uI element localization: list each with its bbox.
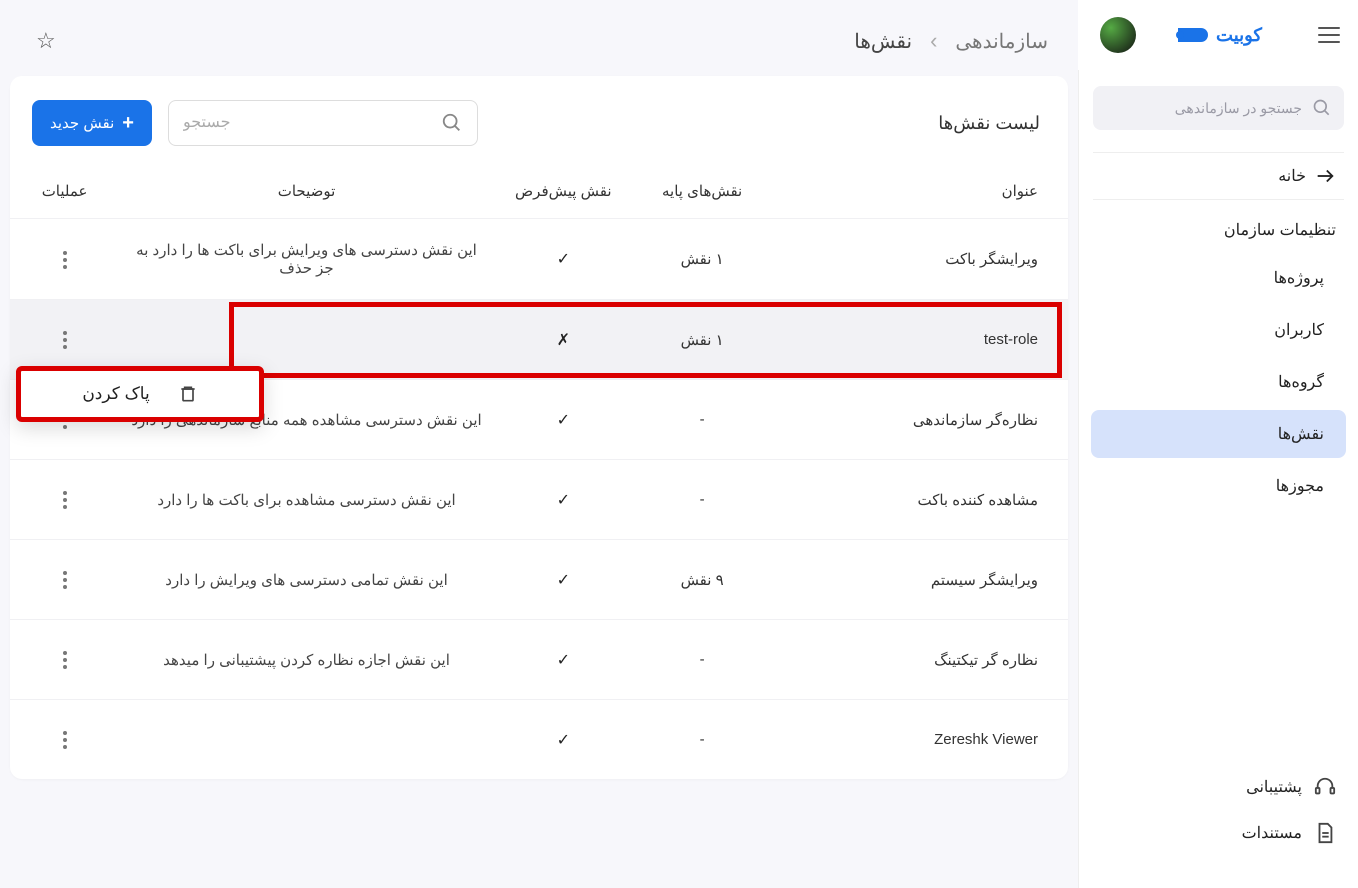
cell-default: ✓ bbox=[494, 540, 633, 620]
cell-base: - bbox=[633, 460, 772, 540]
brand-name: کوبیت bbox=[1216, 25, 1262, 46]
nav-docs[interactable]: مستندات bbox=[1079, 810, 1358, 856]
cell-title: ویرایشگر سیستم bbox=[772, 540, 1068, 620]
sidebar-item-0[interactable]: پروژه‌ها bbox=[1091, 254, 1346, 302]
th-actions: عملیات bbox=[10, 164, 119, 219]
new-role-label: نقش جدید bbox=[50, 114, 114, 132]
card-title: لیست نقش‌ها bbox=[938, 113, 1040, 134]
avatar[interactable] bbox=[1100, 17, 1136, 53]
cell-default: ✓ bbox=[494, 219, 633, 300]
kebab-icon[interactable] bbox=[55, 723, 75, 757]
cell-default: ✗ bbox=[494, 300, 633, 380]
kebab-icon[interactable] bbox=[55, 243, 75, 277]
table-row[interactable]: مشاهده کننده باکت-✓این نقش دسترسی مشاهده… bbox=[10, 460, 1068, 540]
cell-desc: این نقش دسترسی مشاهده برای باکت ها را دا… bbox=[119, 460, 494, 540]
search-box[interactable] bbox=[168, 100, 478, 146]
table-row[interactable]: ویرایشگر سیستم۹ نقش✓این نقش تمامی دسترسی… bbox=[10, 540, 1068, 620]
th-default-role: نقش پیش‌فرض bbox=[494, 164, 633, 219]
nav-support[interactable]: پشتیبانی bbox=[1079, 764, 1358, 810]
cell-default: ✓ bbox=[494, 620, 633, 700]
search-icon bbox=[1312, 98, 1332, 118]
nav-home[interactable]: خانه bbox=[1093, 152, 1344, 200]
cell-actions bbox=[10, 219, 119, 300]
th-description: توضیحات bbox=[119, 164, 494, 219]
brand-logo-icon bbox=[1178, 28, 1208, 42]
trash-icon bbox=[178, 383, 198, 405]
delete-label: پاک کردن bbox=[82, 384, 149, 404]
th-base-roles: نقش‌های پایه bbox=[633, 164, 772, 219]
card-header: لیست نقش‌ها + نقش جدید bbox=[10, 94, 1068, 164]
cell-title: نظاره گر تیکتینگ bbox=[772, 620, 1068, 700]
cell-actions bbox=[10, 620, 119, 700]
breadcrumb-level2: نقش‌ها bbox=[854, 29, 912, 54]
sidebar: جستجو در سازماندهی خانه تنظیمات سازمان پ… bbox=[1078, 70, 1358, 888]
cell-base: - bbox=[633, 700, 772, 780]
cell-actions bbox=[10, 540, 119, 620]
search-input[interactable] bbox=[183, 114, 441, 132]
cell-base: - bbox=[633, 620, 772, 700]
nav-docs-label: مستندات bbox=[1242, 823, 1302, 843]
cell-title: Zereshk Viewer bbox=[772, 700, 1068, 780]
cell-desc: این نقش اجازه نظاره کردن پیشتیبانی را می… bbox=[119, 620, 494, 700]
kebab-icon[interactable] bbox=[55, 643, 75, 677]
kebab-icon[interactable] bbox=[55, 563, 75, 597]
th-title: عنوان bbox=[772, 164, 1068, 219]
cell-base: ۱ نقش bbox=[633, 300, 772, 380]
table-row[interactable]: Zereshk Viewer-✓ bbox=[10, 700, 1068, 780]
cell-desc: این نقش تمامی دسترسی های ویرایش را دارد bbox=[119, 540, 494, 620]
cell-default: ✓ bbox=[494, 380, 633, 460]
cell-title: مشاهده کننده باکت bbox=[772, 460, 1068, 540]
plus-icon: + bbox=[122, 112, 134, 135]
sidebar-item-4[interactable]: مجوزها bbox=[1091, 462, 1346, 510]
sidebar-item-2[interactable]: گروه‌ها bbox=[1091, 358, 1346, 406]
nav-section-title: تنظیمات سازمان bbox=[1079, 200, 1358, 250]
cell-actions bbox=[10, 460, 119, 540]
table-row[interactable]: ویرایشگر باکت۱ نقش✓این نقش دسترسی های وی… bbox=[10, 219, 1068, 300]
star-icon[interactable]: ☆ bbox=[36, 28, 56, 54]
cell-desc: این نقش دسترسی های ویرایش برای باکت ها ر… bbox=[119, 219, 494, 300]
cell-title: ویرایشگر باکت bbox=[772, 219, 1068, 300]
headset-icon bbox=[1314, 776, 1336, 798]
menu-icon[interactable] bbox=[1312, 21, 1340, 49]
cell-base: - bbox=[633, 380, 772, 460]
sidebar-item-1[interactable]: کاربران bbox=[1091, 306, 1346, 354]
document-icon bbox=[1314, 822, 1336, 844]
nav-support-label: پشتیبانی bbox=[1246, 777, 1302, 797]
new-role-button[interactable]: + نقش جدید bbox=[32, 100, 152, 146]
org-search-placeholder: جستجو در سازماندهی bbox=[1175, 100, 1302, 117]
roles-card: لیست نقش‌ها + نقش جدید عنوان نقش‌های پای… bbox=[10, 76, 1068, 779]
cell-title: نظاره‌گر سازماندهی bbox=[772, 380, 1068, 460]
kebab-icon[interactable] bbox=[55, 323, 75, 357]
cell-title: test-role bbox=[772, 300, 1068, 380]
sidebar-bottom: پشتیبانی مستندات bbox=[1079, 754, 1358, 876]
main: سازماندهی › نقش‌ها ☆ لیست نقش‌ها + نقش ج… bbox=[0, 0, 1078, 888]
cell-base: ۹ نقش bbox=[633, 540, 772, 620]
breadcrumb-level1[interactable]: سازماندهی bbox=[955, 29, 1048, 54]
table-row[interactable]: نظاره گر تیکتینگ-✓این نقش اجازه نظاره کر… bbox=[10, 620, 1068, 700]
sidebar-item-3[interactable]: نقش‌ها bbox=[1091, 410, 1346, 458]
search-icon bbox=[441, 112, 463, 134]
cell-default: ✓ bbox=[494, 460, 633, 540]
topbar: کوبیت bbox=[1078, 0, 1358, 70]
kebab-icon[interactable] bbox=[55, 483, 75, 517]
arrow-right-icon bbox=[1314, 165, 1336, 187]
nav-home-label: خانه bbox=[1278, 166, 1306, 186]
roles-table: عنوان نقش‌های پایه نقش پیش‌فرض توضیحات ع… bbox=[10, 164, 1068, 779]
breadcrumb: سازماندهی › نقش‌ها ☆ bbox=[0, 0, 1078, 76]
cell-desc bbox=[119, 700, 494, 780]
cell-actions bbox=[10, 700, 119, 780]
context-menu[interactable]: پاک کردن bbox=[16, 366, 264, 422]
cell-default: ✓ bbox=[494, 700, 633, 780]
org-search[interactable]: جستجو در سازماندهی bbox=[1093, 86, 1344, 130]
brand[interactable]: کوبیت bbox=[1178, 25, 1262, 46]
chevron-left-icon: › bbox=[930, 28, 937, 54]
cell-base: ۱ نقش bbox=[633, 219, 772, 300]
